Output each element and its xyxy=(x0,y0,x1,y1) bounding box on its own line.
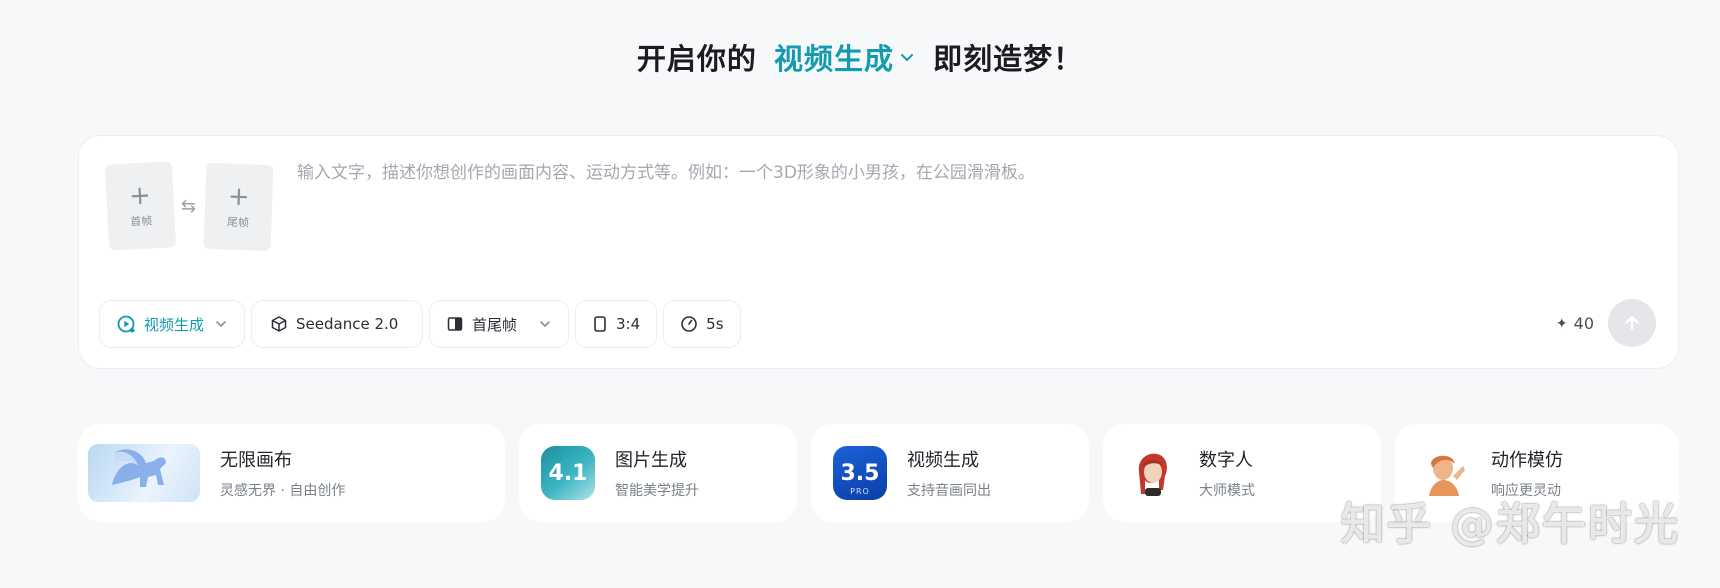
clock-icon xyxy=(680,315,698,333)
duration-selector[interactable]: 5s xyxy=(663,300,741,348)
aspect-ratio-label: 3:4 xyxy=(616,315,641,333)
feature-title: 动作模仿 xyxy=(1491,450,1563,471)
frames-icon xyxy=(446,315,464,333)
mode-dropdown[interactable]: 视频生成 xyxy=(99,300,246,348)
prompt-input[interactable] xyxy=(297,158,1637,268)
portrait-ratio-icon xyxy=(592,315,608,333)
cube-icon xyxy=(270,315,288,333)
feature-subtitle: 响应更灵动 xyxy=(1491,483,1561,499)
feature-title: 数字人 xyxy=(1199,450,1253,471)
page-headline: 开启你的 视频生成 即刻造梦！ xyxy=(0,36,1720,78)
arrow-up-icon xyxy=(1625,315,1639,331)
mode-switcher[interactable]: 视频生成 xyxy=(774,36,916,78)
headline-prefix: 开启你的 xyxy=(636,42,757,76)
feature-subtitle: 智能美学提升 xyxy=(615,483,699,499)
credits-cost: ✦ 40 xyxy=(1556,314,1594,333)
feature-title: 视频生成 xyxy=(907,450,979,471)
chevron-down-icon xyxy=(538,317,552,331)
generation-toolbar: 视频生成 Seedance 2.0 首尾帧 3:4 5s xyxy=(99,300,741,348)
headline-suffix: 即刻造梦！ xyxy=(933,42,1084,76)
model-selector[interactable]: Seedance 2.0 xyxy=(251,300,424,348)
digital-human-avatar-icon xyxy=(1125,446,1179,500)
video-model-icon: 3.5 PRO xyxy=(833,446,887,500)
model-selector-label: Seedance 2.0 xyxy=(296,315,399,333)
image-model-version: 4.1 xyxy=(548,460,588,486)
motion-avatar-icon xyxy=(1417,446,1471,500)
feature-card-digital-human[interactable]: 数字人 大师模式 xyxy=(1103,424,1381,522)
mode-dropdown-label: 视频生成 xyxy=(144,315,205,334)
last-frame-label: 尾帧 xyxy=(226,215,250,230)
mode-switcher-label: 视频生成 xyxy=(773,42,894,76)
frames-mode-dropdown[interactable]: 首尾帧 xyxy=(429,300,570,348)
feature-card-video-generation[interactable]: 3.5 PRO 视频生成 支持音画同出 xyxy=(811,424,1089,522)
first-frame-upload[interactable]: + 首帧 xyxy=(104,161,177,251)
video-model-version: 3.5 xyxy=(840,460,880,486)
chevron-down-icon xyxy=(901,54,913,61)
frames-mode-label: 首尾帧 xyxy=(472,315,518,334)
feature-subtitle: 大师模式 xyxy=(1199,483,1255,499)
feature-cards: 无限画布 灵感无界 · 自由创作 4.1 图片生成 智能美学提升 3.5 PRO… xyxy=(78,424,1679,522)
prompt-card: + 首帧 ⇆ + 尾帧 视频生成 Seedance 2.0 首尾帧 xyxy=(78,135,1679,369)
feature-card-image-generation[interactable]: 4.1 图片生成 智能美学提升 xyxy=(519,424,797,522)
first-frame-label: 首帧 xyxy=(129,214,153,229)
send-button[interactable] xyxy=(1608,299,1656,347)
chevron-down-icon xyxy=(214,317,228,331)
feature-title: 图片生成 xyxy=(615,450,687,471)
plus-icon: + xyxy=(227,181,251,213)
plus-icon: + xyxy=(128,180,152,212)
duration-label: 5s xyxy=(706,315,724,333)
video-model-tier: PRO xyxy=(850,487,870,496)
sparkle-icon: ✦ xyxy=(1555,315,1568,332)
feature-card-motion-imitation[interactable]: 动作模仿 响应更灵动 xyxy=(1395,424,1679,522)
credits-value: 40 xyxy=(1573,314,1594,333)
last-frame-upload[interactable]: + 尾帧 xyxy=(203,162,274,252)
feature-card-infinite-canvas[interactable]: 无限画布 灵感无界 · 自由创作 xyxy=(78,424,505,522)
feature-title: 无限画布 xyxy=(220,450,292,471)
video-play-icon xyxy=(116,314,136,334)
pegasus-image-icon xyxy=(88,444,200,502)
feature-subtitle: 支持音画同出 xyxy=(907,483,991,499)
feature-subtitle: 灵感无界 · 自由创作 xyxy=(220,483,346,499)
aspect-ratio-selector[interactable]: 3:4 xyxy=(575,300,658,348)
swap-frames-icon[interactable]: ⇆ xyxy=(181,196,196,217)
image-model-icon: 4.1 xyxy=(541,446,595,500)
